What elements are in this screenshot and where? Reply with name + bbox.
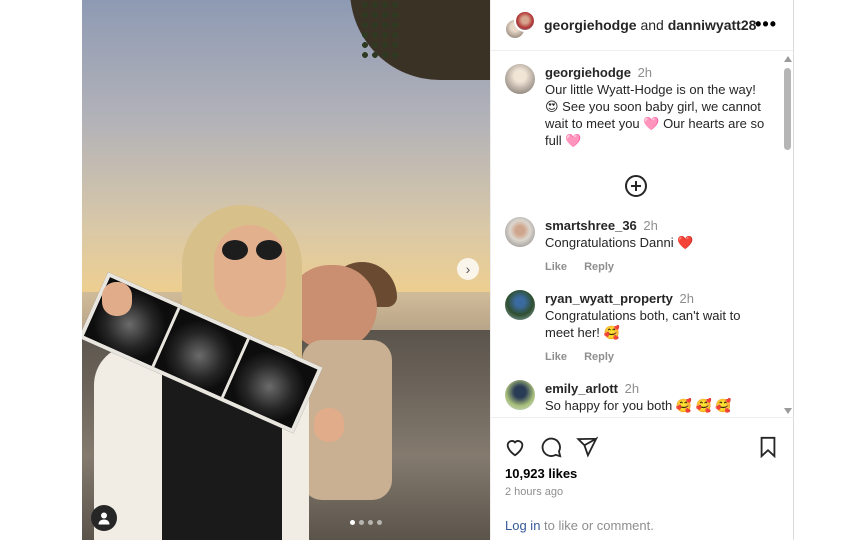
scroll-down-arrow[interactable] [784, 408, 792, 414]
avatar[interactable] [505, 217, 535, 247]
carousel-dot [368, 520, 373, 525]
more-horizontal-icon[interactable]: ••• [755, 14, 777, 35]
photo-person-one-face [214, 225, 286, 317]
post-footer: 10,923 likes 2 hours ago Log in to like … [491, 417, 794, 540]
carousel-dot [377, 520, 382, 525]
post-header: georgiehodge and danniwyatt28 ••• [491, 0, 793, 51]
collab-avatars[interactable] [504, 10, 536, 40]
action-bar [491, 418, 794, 464]
comment-username[interactable]: ryan_wyatt_property [545, 291, 673, 306]
bookmark-icon[interactable] [758, 436, 778, 458]
comment-item: ryan_wyatt_property 2h Congratulations b… [491, 290, 781, 366]
author-connector: and [640, 17, 664, 33]
comment-text: Congratulations both, can't wait to meet… [545, 308, 741, 340]
comment-time: 2h [643, 218, 658, 233]
caption-text: Our little Wyatt-Hodge is on the way! 😍 … [545, 82, 765, 148]
caption-time: 2h [637, 65, 653, 80]
comment-text: Congratulations Danni ❤️ [545, 235, 694, 250]
avatar [514, 10, 536, 32]
comment-icon[interactable] [540, 436, 562, 458]
comment-actions: Like Reply [545, 349, 767, 366]
like-comment-button[interactable]: Like [545, 261, 567, 273]
author-primary-link[interactable]: georgiehodge [544, 17, 637, 33]
photo-hand-right [314, 408, 344, 442]
reply-comment-button[interactable]: Reply [584, 261, 614, 273]
chevron-right-icon[interactable]: › [457, 258, 479, 280]
share-icon[interactable] [576, 436, 598, 458]
carousel-dot [359, 520, 364, 525]
login-prompt-text: to like or comment. [540, 518, 654, 533]
author-secondary-link[interactable]: danniwyatt28 [668, 17, 757, 33]
carousel-dot [350, 520, 355, 525]
comment-actions: Like Reply [545, 259, 693, 276]
post-caption: georgiehodge 2h Our little Wyatt-Hodge i… [491, 52, 781, 149]
comment-username[interactable]: smartshree_36 [545, 218, 637, 233]
carousel-dots [350, 520, 382, 525]
comment-time: 2h [679, 291, 694, 306]
photo-hand-left [102, 282, 132, 316]
load-more-comments [491, 175, 781, 197]
avatar[interactable] [505, 380, 535, 410]
comment-username[interactable]: emily_arlott [545, 381, 618, 396]
caption-username[interactable]: georgiehodge [545, 65, 631, 80]
plus-circle-icon[interactable] [625, 175, 647, 197]
avatar[interactable] [505, 290, 535, 320]
post-authors: georgiehodge and danniwyatt28 [544, 17, 756, 33]
post-side-panel: georgiehodge and danniwyatt28 ••• georgi… [490, 0, 794, 540]
scroll-thumb[interactable] [784, 68, 791, 150]
post-photo[interactable] [82, 0, 490, 540]
comment-item: emily_arlott 2h So happy for you both 🥰 … [491, 380, 781, 414]
comment-time: 2h [624, 381, 640, 396]
heart-icon[interactable] [504, 436, 526, 458]
user-tag-icon[interactable] [91, 505, 117, 531]
photo-sunglasses [222, 240, 284, 260]
login-prompt: Log in to like or comment. [505, 518, 654, 533]
like-comment-button[interactable]: Like [545, 351, 567, 363]
post-time-ago: 2 hours ago [505, 486, 564, 498]
reply-comment-button[interactable]: Reply [584, 351, 614, 363]
login-link[interactable]: Log in [505, 518, 540, 533]
comments-list[interactable]: georgiehodge 2h Our little Wyatt-Hodge i… [491, 52, 781, 416]
likes-count[interactable]: 10,923 likes [491, 466, 794, 481]
comment-text: So happy for you both 🥰 🥰 🥰 [545, 398, 732, 413]
avatar[interactable] [505, 64, 535, 94]
scroll-up-arrow[interactable] [784, 56, 792, 62]
comments-scrollbar[interactable] [783, 56, 793, 414]
instagram-post-modal: › georgiehodge and danniwyatt28 ••• geor… [0, 0, 864, 540]
comment-item: smartshree_36 2h Congratulations Danni ❤… [491, 217, 781, 276]
photo-leaves [360, 0, 400, 60]
